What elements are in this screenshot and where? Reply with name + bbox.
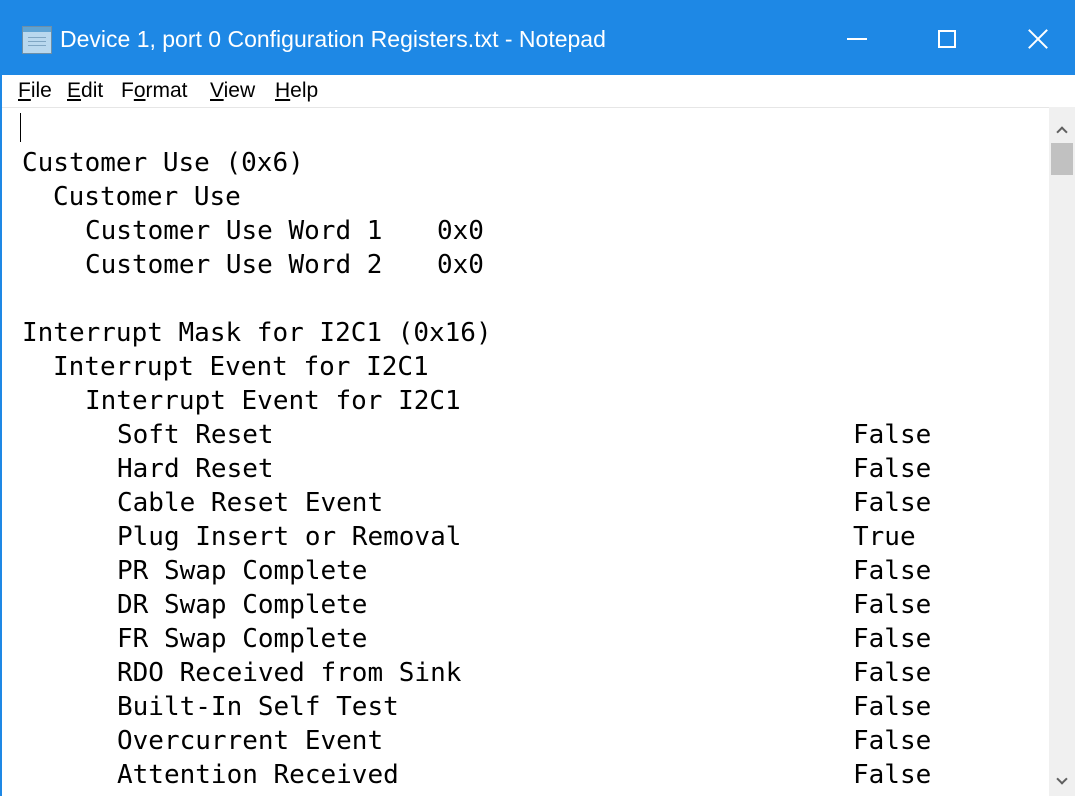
menu-file[interactable]: File [18, 75, 52, 107]
field-value: False [853, 658, 932, 688]
notepad-icon[interactable] [22, 26, 52, 54]
section-heading: Interrupt Mask for I2C1 (0x16) [22, 318, 492, 348]
section-subheading: Customer Use [53, 182, 241, 212]
maximize-button[interactable] [917, 14, 977, 64]
menu-edit-label: dit [81, 79, 104, 102]
field-label: Built-In Self Test [117, 692, 399, 722]
menu-file-mnemonic: F [18, 79, 31, 102]
field-label: Attention Received [117, 760, 399, 790]
field-value: True [853, 522, 916, 552]
vertical-scrollbar[interactable] [1049, 107, 1075, 796]
menu-edit-mnemonic: E [67, 79, 82, 102]
field-label: Cable Reset Event [117, 488, 384, 518]
text-editor[interactable]: Customer Use (0x6) Customer Use Customer… [0, 107, 1049, 796]
menu-view-label: iew [223, 79, 256, 102]
field-value: False [853, 556, 932, 586]
minimize-icon [847, 38, 867, 40]
field-label: Customer Use Word 1 [85, 216, 383, 246]
title-bar[interactable]: Device 1, port 0 Configuration Registers… [0, 0, 1075, 75]
chevron-down-icon [1056, 773, 1068, 785]
field-label: Hard Reset [117, 454, 274, 484]
menu-help[interactable]: Help [275, 75, 318, 107]
field-value: False [853, 692, 932, 722]
field-value: False [853, 726, 932, 756]
field-label: Soft Reset [117, 420, 274, 450]
close-icon [1027, 28, 1049, 50]
field-value: 0x0 [437, 250, 484, 280]
field-label: Plug Insert or Removal [117, 522, 462, 552]
field-label: RDO Received from Sink [117, 658, 462, 688]
field-value: False [853, 590, 932, 620]
field-label: Overcurrent Event [117, 726, 384, 756]
field-label: DR Swap Complete [117, 590, 368, 620]
menu-view[interactable]: View [210, 75, 255, 107]
menu-format-label: rmat [145, 79, 188, 102]
scroll-down-button[interactable] [1049, 766, 1075, 796]
window-title: Device 1, port 0 Configuration Registers… [60, 26, 606, 52]
menu-file-label: ile [30, 79, 52, 102]
field-label: Customer Use Word 2 [85, 250, 383, 280]
field-value: False [853, 760, 932, 790]
scroll-up-button[interactable] [1049, 115, 1075, 145]
menu-help-mnemonic: H [275, 79, 291, 102]
menu-edit[interactable]: Edit [67, 75, 103, 107]
menu-format-mnemonic: o [133, 79, 146, 102]
menu-bar: File Edit Format View Help [0, 75, 1075, 107]
field-label: PR Swap Complete [117, 556, 368, 586]
maximize-icon [938, 30, 956, 48]
menu-format[interactable]: Format [121, 75, 188, 107]
minimize-button[interactable] [827, 14, 887, 64]
scroll-thumb[interactable] [1051, 143, 1073, 175]
text-caret [20, 113, 21, 142]
section-subheading: Interrupt Event for I2C1 [53, 352, 429, 382]
section-heading: Customer Use (0x6) [22, 148, 304, 178]
window-border [0, 75, 2, 796]
field-value: False [853, 420, 932, 450]
menu-view-mnemonic: V [210, 79, 224, 102]
field-value: False [853, 454, 932, 484]
field-value: False [853, 488, 932, 518]
menu-format-prefix: F [121, 79, 134, 102]
menu-help-label: elp [290, 79, 319, 102]
field-value: False [853, 624, 932, 654]
group-heading: Interrupt Event for I2C1 [85, 386, 461, 416]
field-label: FR Swap Complete [117, 624, 368, 654]
field-value: 0x0 [437, 216, 484, 246]
notepad-window: Device 1, port 0 Configuration Registers… [0, 0, 1075, 796]
chevron-up-icon [1056, 126, 1068, 138]
close-button[interactable] [1008, 14, 1068, 64]
